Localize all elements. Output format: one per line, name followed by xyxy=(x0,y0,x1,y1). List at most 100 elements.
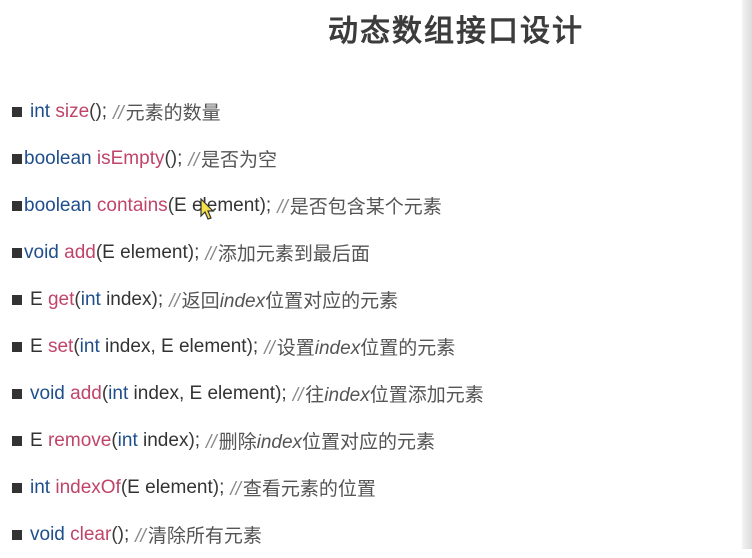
return-type: void xyxy=(24,241,59,263)
method-comment: //删除index位置对应的元素 xyxy=(206,427,435,454)
comment-text: 查看元素的位置 xyxy=(242,479,376,500)
comment-slashes: // xyxy=(205,244,216,265)
method-comment: //元素的数量 xyxy=(113,98,221,125)
bullet-icon xyxy=(12,294,22,305)
return-type: E xyxy=(30,335,43,357)
method-item-indexof: int indexOf(E element); //查看元素的位置 xyxy=(12,464,484,511)
comment-param: index xyxy=(324,385,370,406)
signature-punct: (); xyxy=(164,147,183,169)
method-name: isEmpty xyxy=(96,147,165,169)
method-name: set xyxy=(47,335,74,357)
method-comment: //是否包含某个元素 xyxy=(277,192,442,219)
comment-text: 返回 xyxy=(181,291,220,312)
param-type: int xyxy=(79,335,100,357)
method-comment: //往index位置添加元素 xyxy=(293,380,484,407)
bullet-icon xyxy=(12,153,22,164)
comment-text: 设置 xyxy=(276,338,315,359)
param-type: E xyxy=(174,194,187,216)
return-type: void xyxy=(30,523,65,545)
method-name: size xyxy=(55,100,90,122)
comment-slashes: // xyxy=(135,526,146,547)
param-type: int xyxy=(117,429,138,451)
comment-param: index xyxy=(256,432,303,453)
method-name: get xyxy=(47,288,75,310)
param-type: E xyxy=(102,241,115,263)
param-name: element xyxy=(120,241,188,263)
comment-text: 添加元素到最后面 xyxy=(217,244,370,265)
method-item-clear: void clear (); //清除所有元素 xyxy=(12,511,484,558)
param-type: int xyxy=(108,382,129,404)
method-item-set: E set(int index, E element); //设置index位置… xyxy=(12,323,484,370)
comment-text: 删除 xyxy=(218,432,257,453)
method-comment: //设置index位置的元素 xyxy=(264,333,455,360)
signature-punct: (); xyxy=(111,523,130,545)
comment-slashes: // xyxy=(264,338,275,359)
comment-text: 清除所有元素 xyxy=(147,526,262,547)
bullet-icon xyxy=(12,482,22,493)
comment-param: index xyxy=(314,338,361,359)
param-name: element xyxy=(178,335,247,357)
method-item-get: E get(int index); //返回index位置对应的元素 xyxy=(12,276,484,323)
return-type: boolean xyxy=(24,194,92,216)
method-item-size: int size (); //元素的数量 xyxy=(12,88,484,135)
method-name: add xyxy=(70,382,102,404)
return-type: boolean xyxy=(24,147,92,169)
method-item-isempty: boolean isEmpty (); //是否为空 xyxy=(12,135,484,182)
mouse-pointer-icon xyxy=(200,198,215,220)
method-name: clear xyxy=(70,523,112,545)
method-comment: //添加元素到最后面 xyxy=(205,239,370,266)
method-name: indexOf xyxy=(55,476,121,498)
method-comment: //返回index位置对应的元素 xyxy=(169,286,398,313)
param-name: index xyxy=(105,335,151,357)
bullet-icon xyxy=(12,247,22,258)
comment-slashes: // xyxy=(188,150,199,171)
return-type: E xyxy=(30,288,43,310)
return-type: E xyxy=(30,429,43,451)
comment-slashes: // xyxy=(206,432,217,453)
return-type: int xyxy=(30,476,51,498)
param-name: element xyxy=(145,476,213,498)
param-name: index xyxy=(143,429,189,451)
method-list: int size (); //元素的数量 boolean isEmpty (); /… xyxy=(12,88,484,558)
slide-title: 动态数组接口设计 xyxy=(328,14,584,49)
method-comment: //清除所有元素 xyxy=(135,521,262,548)
method-item-remove: E remove(int index); //删除index位置对应的元素 xyxy=(12,417,484,464)
param-type: E xyxy=(189,382,203,404)
comment-param: index xyxy=(219,291,266,312)
method-comment: //查看元素的位置 xyxy=(230,474,376,501)
bullet-icon xyxy=(12,435,22,446)
bullet-icon xyxy=(12,106,22,117)
method-name: add xyxy=(64,241,96,263)
comment-text-tail: 位置对应的元素 xyxy=(265,291,399,312)
comment-text: 往 xyxy=(305,385,325,406)
return-type: int xyxy=(30,100,51,122)
bullet-icon xyxy=(12,388,22,399)
method-name: remove xyxy=(47,429,112,451)
param-type: int xyxy=(80,288,101,310)
return-type: void xyxy=(30,382,65,404)
param-name: index xyxy=(133,382,179,404)
comment-text: 是否为空 xyxy=(200,150,277,171)
comment-text: 元素的数量 xyxy=(125,103,221,124)
comment-slashes: // xyxy=(230,479,241,500)
method-item-add: void add(E element); //添加元素到最后面 xyxy=(12,229,484,276)
bullet-icon xyxy=(12,529,22,540)
param-name: index xyxy=(106,288,152,310)
comment-slashes: // xyxy=(277,197,288,218)
window-edge xyxy=(742,0,752,549)
comment-text-tail: 位置的元素 xyxy=(360,338,456,359)
comment-slashes: // xyxy=(292,385,304,406)
comment-text-tail: 位置添加元素 xyxy=(369,385,484,406)
signature-punct: (); xyxy=(89,100,108,122)
method-name: contains xyxy=(96,194,168,216)
method-comment: //是否为空 xyxy=(188,145,277,172)
comment-slashes: // xyxy=(113,103,124,124)
param-type: E xyxy=(127,476,140,498)
param-name: element xyxy=(207,382,276,404)
param-type: E xyxy=(161,335,174,357)
comment-text: 是否包含某个元素 xyxy=(289,197,442,218)
method-item-contains: boolean contains(E element); //是否包含某个元素 xyxy=(12,182,484,229)
comment-slashes: // xyxy=(169,291,180,312)
method-item-add-index: void add(int index, E element); //往index… xyxy=(12,370,484,417)
bullet-icon xyxy=(12,341,22,352)
